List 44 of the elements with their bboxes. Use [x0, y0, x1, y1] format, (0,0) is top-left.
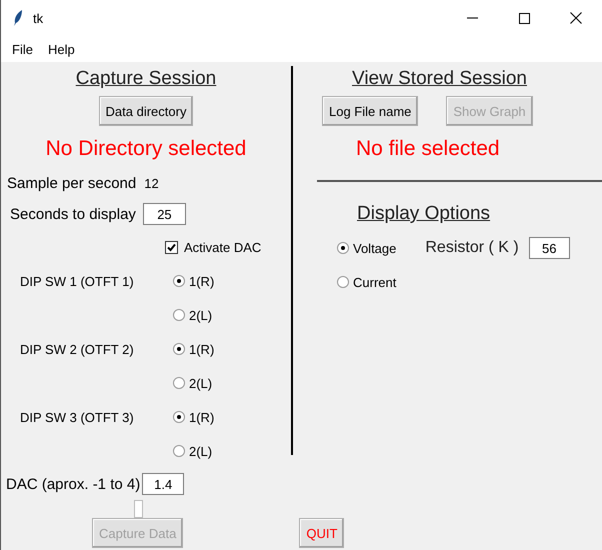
field-label: Resistor ( K ): [425, 239, 519, 257]
minimize-icon[interactable]: [466, 17, 478, 19]
checkbox[interactable]: [165, 240, 178, 254]
data-directory-button[interactable]: Data directory: [98, 96, 194, 126]
radio-button[interactable]: [337, 276, 349, 288]
radio-label: 2(L): [189, 308, 212, 322]
log-file-button[interactable]: Log File name: [322, 96, 418, 126]
radio-label: 1(R): [189, 342, 214, 356]
checkbox-label: Activate DAC: [184, 240, 262, 254]
radio-label: 2(L): [189, 444, 212, 458]
status-message: No file selected: [356, 137, 500, 161]
status-message: No Directory selected: [46, 137, 246, 161]
menu-item[interactable]: Help: [48, 42, 75, 56]
input-field[interactable]: 25: [142, 203, 186, 225]
radio-label: Voltage: [353, 240, 396, 256]
feather-icon: [13, 10, 23, 26]
radio-button[interactable]: [173, 411, 185, 423]
input-field[interactable]: 1.4: [142, 473, 184, 495]
maximize-icon[interactable]: [518, 12, 530, 24]
field-label: Seconds to display: [10, 206, 136, 222]
radio-label: 1(R): [189, 410, 214, 424]
switch-label: DIP SW 2 (OTFT 2): [19, 342, 135, 356]
input-field[interactable]: 56: [528, 237, 570, 259]
field-label: DAC (aprox. -1 to 4): [6, 476, 140, 492]
radio-button[interactable]: [173, 343, 185, 355]
blank-widget: [134, 500, 143, 518]
field-value: 12: [144, 176, 159, 190]
radio-button[interactable]: [173, 275, 185, 287]
radio-label: 2(L): [189, 376, 212, 390]
menu-item[interactable]: File: [12, 42, 33, 56]
section-heading: View Stored Session: [352, 68, 527, 90]
section-heading: Capture Session: [76, 68, 216, 90]
radio-button[interactable]: [173, 309, 185, 321]
window-title: tk: [33, 10, 44, 26]
radio-button[interactable]: [173, 377, 185, 389]
switch-label: DIP SW 3 (OTFT 3): [19, 410, 135, 424]
radio-button[interactable]: [337, 242, 349, 254]
close-icon[interactable]: [570, 12, 582, 24]
radio-button[interactable]: [173, 445, 185, 457]
switch-label: DIP SW 1 (OTFT 1): [19, 274, 135, 288]
radio-label: Current: [353, 274, 396, 290]
radio-label: 1(R): [189, 274, 214, 288]
field-label: Sample per second: [7, 174, 136, 192]
section-heading: Display Options: [357, 203, 490, 225]
